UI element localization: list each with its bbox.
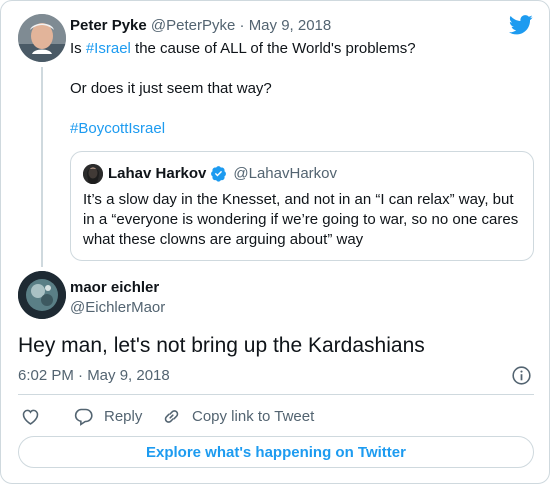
- parent-tweet-header: Peter Pyke @PeterPyke · May 9, 2018: [70, 17, 331, 34]
- quoted-tweet[interactable]: Lahav Harkov @LahavHarkov It’s a slow da…: [70, 151, 534, 261]
- tweet-embed-card: Peter Pyke @PeterPyke · May 9, 2018 Is #…: [0, 0, 550, 484]
- author-handle[interactable]: @PeterPyke: [151, 17, 235, 34]
- copy-link-button[interactable]: Copy link to Tweet: [161, 404, 314, 428]
- tweet-text-line-2: Or does it just seem that way?: [70, 80, 272, 97]
- quoted-tweet-text: It’s a slow day in the Knesset, and not …: [83, 191, 519, 248]
- quoted-tweet-header: Lahav Harkov @LahavHarkov: [108, 165, 337, 182]
- reply-button[interactable]: Reply: [73, 404, 142, 428]
- link-icon: [164, 409, 179, 423]
- reply-tweet-text: Hey man, let's not bring up the Kardashi…: [18, 334, 425, 357]
- hashtag-boycottisrael-link[interactable]: #BoycottIsrael: [70, 119, 165, 139]
- thread-connector-line: [41, 67, 43, 267]
- avatar-photo-icon: [18, 14, 66, 62]
- avatar-photo-icon: [18, 271, 66, 319]
- heart-icon: [22, 409, 39, 425]
- avatar-peter-pyke[interactable]: [18, 14, 66, 62]
- verified-badge-icon: [211, 166, 227, 182]
- text-segment: the cause of ALL of the World's problems…: [130, 40, 416, 57]
- author-name[interactable]: Peter Pyke: [70, 17, 147, 34]
- reply-label[interactable]: Reply: [104, 408, 142, 425]
- hashtag-israel-link[interactable]: #Israel: [86, 40, 131, 57]
- reply-timestamp[interactable]: 6:02 PM · May 9, 2018: [18, 367, 170, 384]
- separator-dot: ·: [239, 17, 245, 34]
- quoted-author-handle: @LahavHarkov: [233, 165, 337, 182]
- text-segment: Is: [70, 40, 86, 57]
- avatar-maor-eichler[interactable]: [18, 271, 66, 319]
- reply-author-name[interactable]: maor eichler: [70, 279, 159, 296]
- speech-bubble-icon: [74, 408, 93, 426]
- avatar-photo-icon: [83, 164, 103, 184]
- quoted-author-name: Lahav Harkov: [108, 165, 207, 182]
- info-icon[interactable]: [511, 365, 532, 386]
- divider: [18, 394, 534, 395]
- like-button[interactable]: [20, 404, 41, 428]
- tweet-date[interactable]: May 9, 2018: [249, 17, 332, 34]
- copy-link-label[interactable]: Copy link to Tweet: [192, 408, 314, 425]
- reply-author-handle[interactable]: @EichlerMaor: [70, 299, 165, 316]
- explore-twitter-button[interactable]: Explore what's happening on Twitter: [18, 436, 534, 468]
- twitter-bird-icon[interactable]: [509, 15, 533, 35]
- avatar-lahav-harkov: [83, 164, 103, 184]
- tweet-text-line-1: Is #Israel the cause of ALL of the World…: [70, 39, 416, 59]
